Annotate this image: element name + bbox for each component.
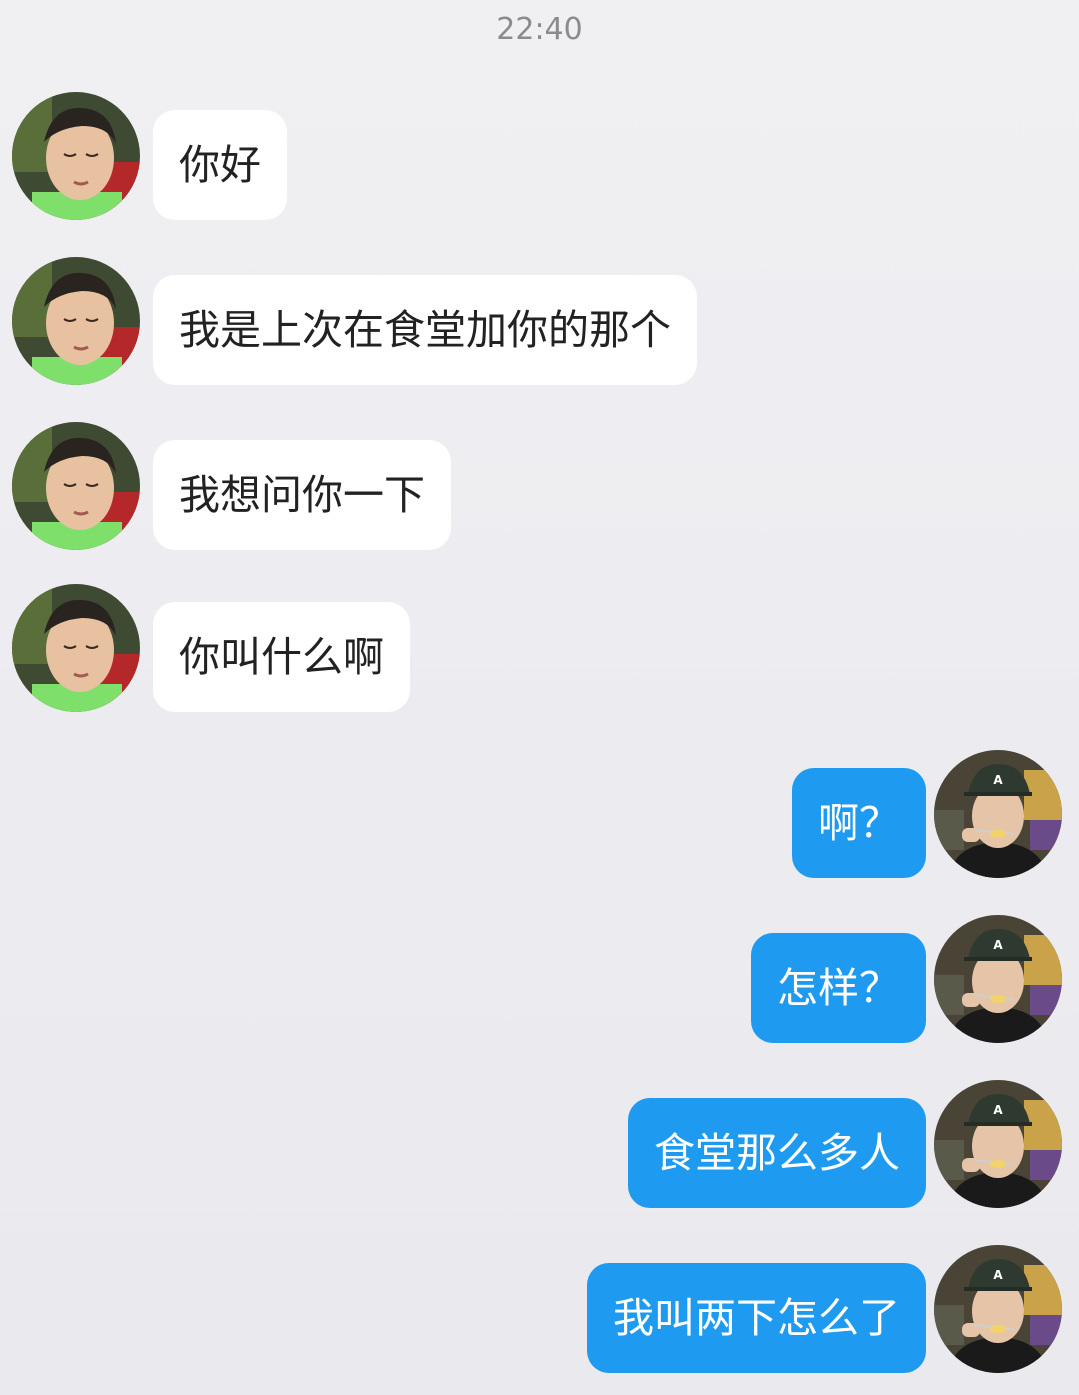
- message-row-incoming: 你叫什么啊: [0, 584, 1079, 714]
- message-row-incoming: 我是上次在食堂加你的那个: [0, 257, 1079, 387]
- message-bubble[interactable]: 啊？: [792, 768, 926, 878]
- message-timestamp: 22:40: [496, 12, 583, 47]
- user-avatar[interactable]: A: [934, 750, 1062, 878]
- message-row-incoming: 你好: [0, 92, 1079, 222]
- message-bubble[interactable]: 你好: [153, 110, 287, 220]
- message-bubble[interactable]: 你叫什么啊: [153, 602, 410, 712]
- message-row-outgoing: A 我叫两下怎么了: [0, 1245, 1079, 1375]
- svg-text:A: A: [993, 1268, 1003, 1282]
- message-bubble[interactable]: 我叫两下怎么了: [587, 1263, 926, 1373]
- message-row-outgoing: A 怎样？: [0, 915, 1079, 1045]
- contact-avatar[interactable]: [12, 257, 140, 385]
- message-row-outgoing: A 食堂那么多人: [0, 1080, 1079, 1210]
- user-avatar[interactable]: A: [934, 1080, 1062, 1208]
- message-row-incoming: 我想问你一下: [0, 422, 1079, 552]
- svg-text:A: A: [993, 1103, 1003, 1117]
- svg-text:A: A: [993, 773, 1003, 787]
- user-avatar[interactable]: A: [934, 915, 1062, 1043]
- message-bubble[interactable]: 怎样？: [751, 933, 926, 1043]
- contact-avatar[interactable]: [12, 584, 140, 712]
- user-avatar[interactable]: A: [934, 1245, 1062, 1373]
- message-bubble[interactable]: 我是上次在食堂加你的那个: [153, 275, 697, 385]
- contact-avatar[interactable]: [12, 92, 140, 220]
- svg-text:A: A: [993, 938, 1003, 952]
- message-row-outgoing: A 啊？: [0, 750, 1079, 880]
- message-bubble[interactable]: 我想问你一下: [153, 440, 451, 550]
- message-bubble[interactable]: 食堂那么多人: [628, 1098, 926, 1208]
- contact-avatar[interactable]: [12, 422, 140, 550]
